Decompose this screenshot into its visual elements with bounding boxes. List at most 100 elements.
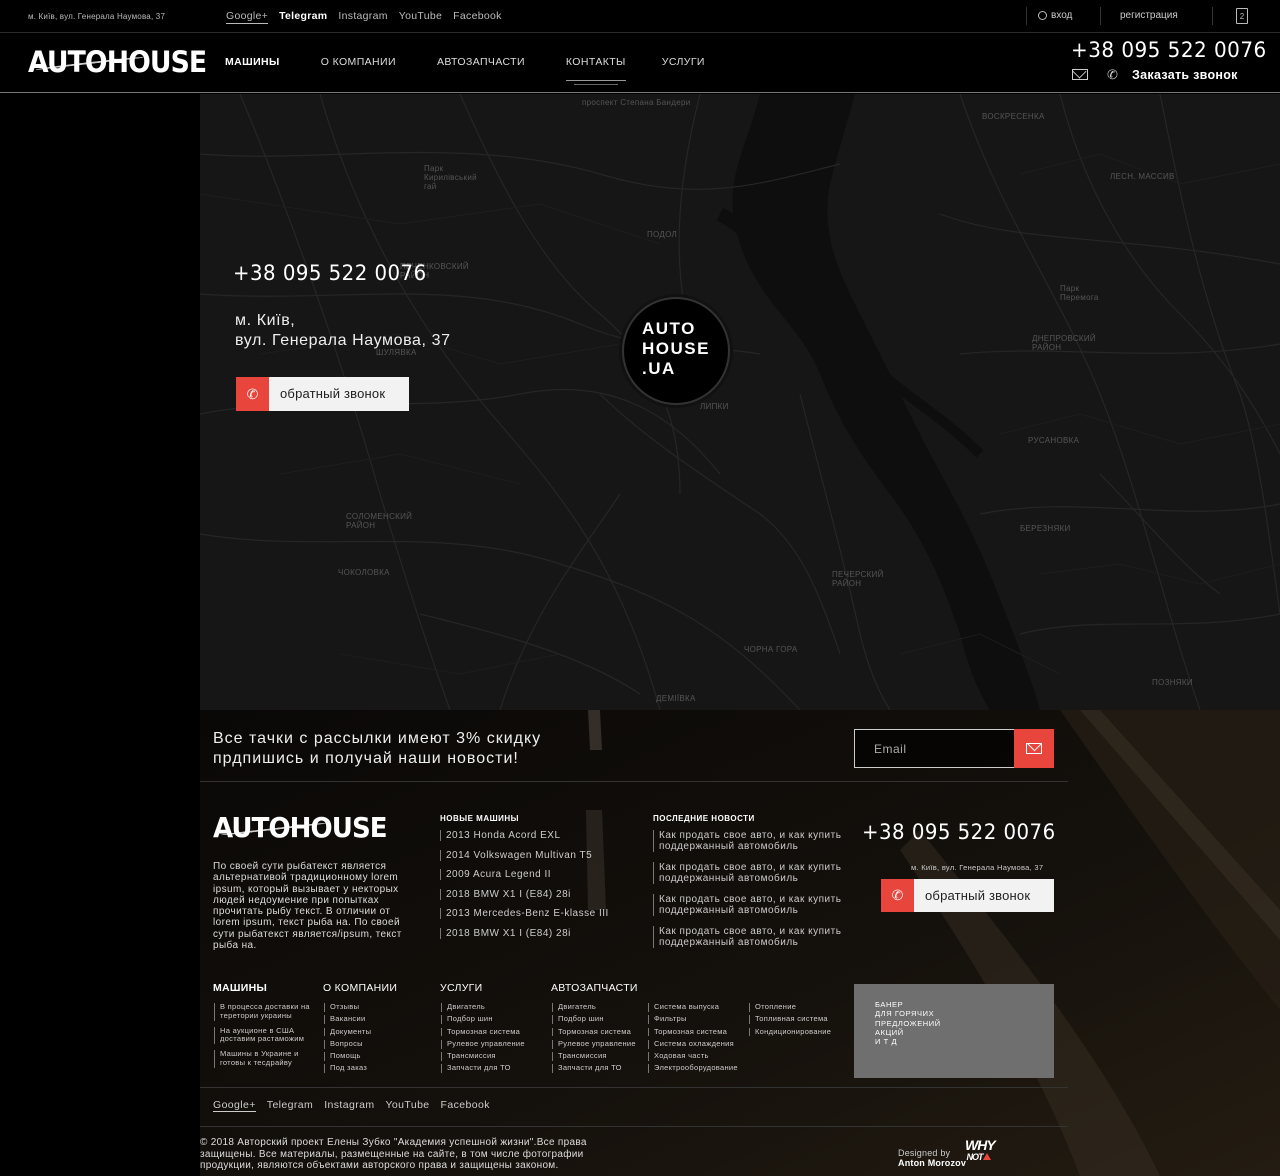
map-callback-button[interactable]: ✆ обратный звонок — [236, 377, 409, 411]
nav-item-parts[interactable]: АВТОЗАПЧАСТИ — [437, 56, 525, 68]
divider — [1100, 7, 1101, 25]
map-callback-label: обратный звонок — [280, 386, 386, 401]
footer-menu-link[interactable]: Трансмиссия — [441, 1051, 525, 1061]
map-marker-logo[interactable]: AUTO HOUSE .UA — [622, 297, 730, 405]
footer-menu-company-title[interactable]: О КОМПАНИИ — [323, 982, 397, 994]
nav-item-company[interactable]: О КОМПАНИИ — [321, 56, 396, 68]
footer-menu-link[interactable]: Электрооборудование — [648, 1064, 738, 1074]
subscribe-button[interactable] — [1014, 729, 1054, 768]
footer-menu-link[interactable]: Рулевое управление — [552, 1039, 636, 1049]
footer-menu-link[interactable]: Система охлаждения — [648, 1039, 738, 1049]
footer-menu-link[interactable]: В процесса доставки на теретории украины — [214, 1002, 314, 1021]
social-link-instagram[interactable]: Instagram — [338, 10, 387, 24]
footer-menu-link[interactable]: Трансмиссия — [552, 1051, 636, 1061]
login-link[interactable]: вход — [1038, 10, 1072, 21]
footer-menu-link[interactable]: Отзывы — [324, 1002, 371, 1012]
map-label: ЧОРНА ГОРА — [744, 645, 798, 654]
footer-callback-button[interactable]: ✆ обратный звонок — [881, 879, 1054, 912]
footer-menu-link[interactable]: Вопросы — [324, 1039, 371, 1049]
footer-menu-cars: В процесса доставки на теретории украины… — [214, 1002, 314, 1071]
footer-menu-link[interactable]: Вакансии — [324, 1014, 371, 1025]
social-link-youtube[interactable]: YouTube — [385, 1099, 429, 1112]
news-link[interactable]: Как продать свое авто, и как купить подд… — [653, 862, 848, 884]
footer-menu-link[interactable]: На аукционе в США доставим растаможим — [214, 1026, 314, 1045]
footer-menu-link[interactable]: Запчасти для ТО — [552, 1064, 636, 1074]
footer-menu-link[interactable]: Двигатель — [552, 1002, 636, 1012]
footer-menu-link[interactable]: Система выпуска — [648, 1002, 738, 1012]
register-link[interactable]: регистрация — [1120, 10, 1178, 21]
new-car-link[interactable]: 2018 BMW X1 I (E84) 28i — [440, 927, 609, 939]
footer-menu-link[interactable]: Рулевое управление — [441, 1039, 525, 1049]
social-link-facebook[interactable]: Facebook — [441, 1099, 490, 1112]
social-link-telegram[interactable]: Telegram — [279, 10, 327, 24]
nav-item-contacts[interactable]: КОНТАКТЫ — [565, 56, 626, 85]
footer-menu-link[interactable]: Подбор шин — [441, 1014, 525, 1025]
footer-phone[interactable]: +38 095 522 0076 — [862, 820, 1056, 844]
footer-menu-link[interactable]: Тормозная система — [441, 1027, 525, 1037]
order-call-link[interactable]: Заказать звонок — [1132, 68, 1238, 82]
map-label: ЛИПКИ — [700, 402, 729, 411]
footer-menu-link[interactable]: Документы — [324, 1027, 371, 1037]
social-link-facebook[interactable]: Facebook — [453, 10, 502, 24]
news-link[interactable]: Как продать свое авто, и как купить подд… — [653, 894, 848, 916]
new-car-link[interactable]: 2014 Volkswagen Multivan T5 — [440, 849, 609, 861]
footer-logo[interactable]: AUTOHOUSE — [213, 811, 388, 844]
mail-icon[interactable] — [1072, 69, 1088, 80]
social-link-youtube[interactable]: YouTube — [399, 10, 442, 24]
footer-menu-link[interactable]: Помощь — [324, 1051, 371, 1061]
new-car-link[interactable]: 2018 BMW X1 I (E84) 28i — [440, 888, 609, 900]
footer-menu-parts-col3: Отопление Топливная система Кондициониро… — [749, 1002, 831, 1040]
marker-text-3: .UA — [642, 359, 676, 378]
map-label: ПОЗНЯКИ — [1152, 678, 1193, 687]
social-link-googleplus[interactable]: Google+ — [213, 1099, 256, 1112]
header-phone[interactable]: +38 095 522 0076 — [1071, 38, 1267, 62]
marker-text-1: AUTO — [642, 319, 696, 338]
footer-menu-link[interactable]: Тормозная система — [552, 1027, 636, 1037]
cart-icon[interactable]: 2 — [1236, 8, 1248, 24]
footer-menu-link[interactable]: Кондиционирование — [749, 1027, 831, 1037]
email-input[interactable] — [855, 730, 1014, 767]
designer-credit[interactable]: Designed by Anton Morozov — [898, 1148, 966, 1168]
new-car-link[interactable]: 2013 Honda Acord EXL — [440, 830, 609, 841]
footer-menu-cars-title[interactable]: МАШИНЫ — [213, 982, 267, 994]
studio-logo-line-2: NOT — [965, 1151, 995, 1163]
footer-social-links: Google+ Telegram Instagram YouTube Faceb… — [213, 1099, 490, 1112]
new-cars-heading: НОВЫЕ МАШИНЫ — [440, 814, 520, 823]
studio-logo-text-2: NOT — [966, 1152, 984, 1162]
map-phone[interactable]: +38 095 522 0076 — [233, 261, 427, 285]
news-link[interactable]: Как продать свое авто, и как купить подд… — [653, 830, 848, 852]
studio-logo[interactable]: WHY NOT — [965, 1138, 996, 1163]
divider — [200, 1126, 1068, 1127]
news-link[interactable]: Как продать свое авто, и как купить подд… — [653, 926, 848, 948]
new-car-link[interactable]: 2013 Mercedes-Benz E-klasse III — [440, 908, 609, 919]
footer-menu-link[interactable]: Подбор шин — [552, 1014, 636, 1025]
nav-item-cars[interactable]: МАШИНЫ — [225, 56, 280, 68]
footer-menu-link[interactable]: Ходовая часть — [648, 1051, 738, 1061]
footer-menu-parts-col1: Двигатель Подбор шин Тормозная система Р… — [552, 1002, 636, 1077]
footer-menu-link[interactable]: Отопление — [749, 1002, 831, 1012]
nav-item-services[interactable]: УСЛУГИ — [662, 56, 705, 68]
promo-banner-text: БАНЕР ДЛЯ ГОРЯЧИХ ПРЕДЛОЖЕНИЙ АКЦИЙ И Т … — [875, 1000, 941, 1047]
map-label: СОЛОМЕНСКИЙ РАЙОН — [346, 512, 413, 530]
new-car-link[interactable]: 2009 Acura Legend II — [440, 869, 609, 880]
footer-menu-parts-title[interactable]: АВТОЗАПЧАСТИ — [551, 982, 638, 994]
footer-menu-link[interactable]: Топливная система — [749, 1014, 831, 1025]
site-logo[interactable]: AUTOHOUSE — [28, 45, 207, 79]
subscribe-line-2: прдпишись и получай наши новости! — [213, 750, 519, 767]
phone-icon: ✆ — [1107, 67, 1118, 82]
promo-banner[interactable]: БАНЕР ДЛЯ ГОРЯЧИХ ПРЕДЛОЖЕНИЙ АКЦИЙ И Т … — [854, 984, 1054, 1078]
social-link-googleplus[interactable]: Google+ — [226, 10, 269, 24]
social-link-instagram[interactable]: Instagram — [324, 1099, 374, 1112]
footer-menu-link[interactable]: Фильтры — [648, 1014, 738, 1025]
footer-menu-link[interactable]: Под заказ — [324, 1064, 371, 1074]
footer-menu-link[interactable]: Двигатель — [441, 1002, 525, 1012]
footer-menu-link[interactable]: Машины в Украине и готовы к тесдрайву — [214, 1049, 314, 1068]
social-link-telegram[interactable]: Telegram — [267, 1099, 313, 1112]
footer-menu-link[interactable]: Запчасти для ТО — [441, 1064, 525, 1074]
footer-menu-link[interactable]: Тормозная система — [648, 1027, 738, 1037]
footer-menu-company: Отзывы Вакансии Документы Вопросы Помощь… — [324, 1002, 371, 1077]
phone-icon: ✆ — [236, 377, 269, 411]
divider — [1026, 7, 1027, 25]
footer-menu-services-title[interactable]: УСЛУГИ — [440, 982, 483, 994]
map-label: Парк Кирилівський гай — [424, 164, 477, 191]
